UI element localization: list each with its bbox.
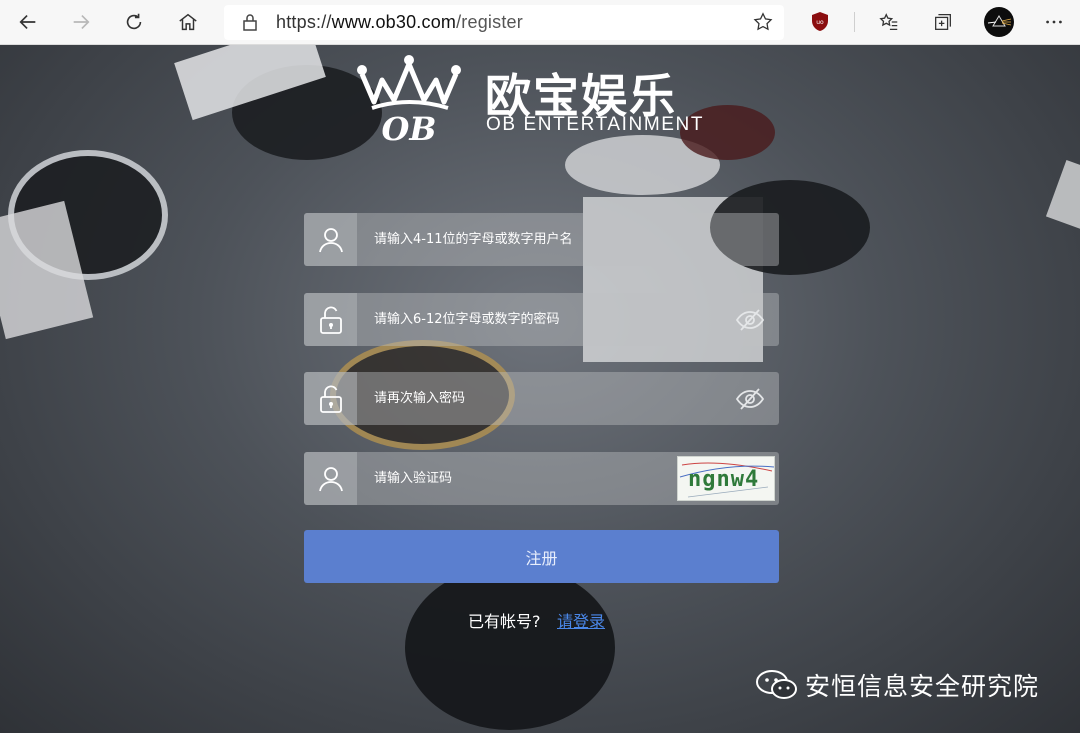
url-path: /register — [456, 12, 523, 32]
username-input[interactable] — [374, 213, 714, 266]
favorite-star-icon[interactable] — [752, 11, 774, 33]
address-bar[interactable]: https://www.ob30.com/register — [224, 5, 784, 40]
refresh-icon — [126, 13, 142, 30]
captcha-text: ngnw4 — [688, 467, 760, 492]
watermark-text: 安恒信息安全研究院 — [805, 672, 1040, 701]
browser-toolbar: https://www.ob30.com/register uo — [0, 0, 1080, 45]
have-account-text: 已有帐号? — [468, 612, 541, 631]
ublock-icon[interactable]: uo — [811, 11, 829, 32]
url-text: https://www.ob30.com/register — [276, 12, 523, 33]
favorites-icon — [879, 13, 898, 30]
forward-button[interactable] — [64, 6, 98, 38]
url-host: www.ob30.com — [331, 12, 457, 32]
back-button[interactable] — [11, 6, 45, 38]
brand-logo: OB 欧宝娱乐 OB ENTERTAINMENT — [352, 52, 732, 152]
register-button[interactable]: 注册 — [304, 530, 779, 583]
watermark: 安恒信息安全研究院 — [755, 667, 1039, 703]
crown-icon: OB — [357, 55, 461, 147]
brand-subtitle: OB ENTERTAINMENT — [486, 114, 705, 135]
url-prefix: https:// — [276, 12, 332, 32]
crown-text: OB — [382, 110, 437, 147]
user-icon — [318, 466, 343, 491]
username-field — [304, 213, 779, 266]
register-page: OB 欧宝娱乐 OB ENTERTAINMENT 请输入4-11位的字母或数字用… — [0, 45, 1080, 733]
favorites-button[interactable] — [872, 6, 906, 38]
bg-card-right — [1045, 159, 1080, 231]
lock-icon — [243, 14, 257, 31]
captcha-icon-box — [304, 452, 357, 505]
bg-chip-bottom — [405, 565, 615, 730]
username-icon-box — [304, 213, 357, 266]
lock-open-icon — [319, 306, 342, 334]
forward-icon — [73, 14, 90, 30]
toolbar-separator — [854, 12, 855, 32]
user-icon — [318, 227, 343, 252]
back-icon — [19, 14, 36, 30]
home-icon — [179, 13, 197, 31]
collections-button[interactable] — [926, 6, 960, 38]
wechat-icon — [756, 670, 797, 699]
lock-open-icon — [319, 385, 342, 413]
captcha-field: ngnw4 — [304, 452, 779, 505]
captcha-image[interactable]: ngnw4 — [677, 456, 775, 501]
confirm-password-field — [304, 372, 779, 425]
password-icon-box — [304, 293, 357, 346]
refresh-button[interactable] — [117, 6, 151, 38]
confirm-password-input[interactable] — [374, 372, 714, 425]
more-button[interactable] — [1037, 6, 1071, 38]
login-link[interactable]: 请登录 — [557, 608, 605, 632]
svg-text:uo: uo — [816, 19, 824, 26]
password-input[interactable] — [374, 293, 714, 346]
captcha-input[interactable] — [374, 452, 714, 505]
more-icon — [1046, 20, 1062, 24]
home-button[interactable] — [171, 6, 205, 38]
eye-slash-icon[interactable] — [735, 386, 765, 412]
eye-slash-icon[interactable] — [735, 307, 765, 333]
prism-icon — [987, 15, 1012, 27]
collections-icon — [935, 14, 951, 30]
profile-avatar[interactable] — [984, 7, 1014, 37]
password-field — [304, 293, 779, 346]
confirm-icon-box — [304, 372, 357, 425]
